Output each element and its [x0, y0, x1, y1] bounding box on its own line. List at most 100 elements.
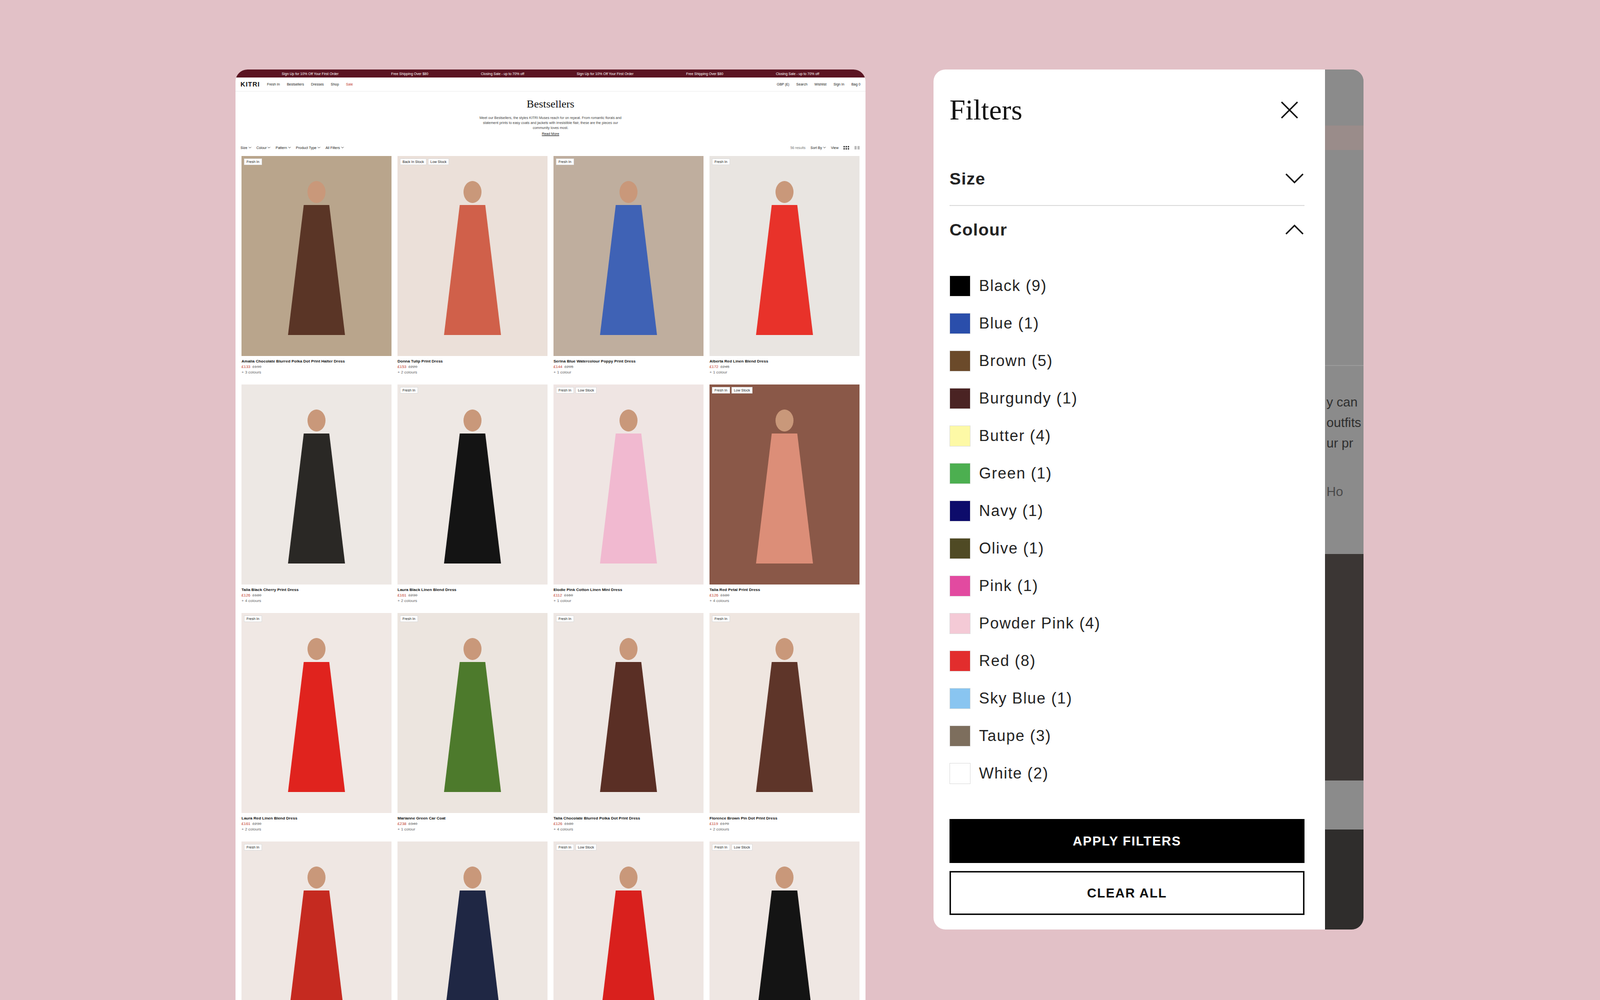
product-photo[interactable]: Fresh In: [553, 613, 704, 813]
colour-option[interactable]: Black (9): [949, 267, 1305, 305]
product-colours[interactable]: + 1 colour: [553, 598, 704, 604]
product-name[interactable]: Laura Red Linen Blend Dress: [241, 815, 392, 821]
product-colours[interactable]: + 2 colours: [397, 369, 548, 375]
colour-option[interactable]: Red (8): [949, 642, 1305, 680]
product-colours[interactable]: + 2 colours: [241, 826, 392, 832]
read-more-link[interactable]: Read More: [542, 131, 560, 137]
filter-dropdown[interactable]: Pattern: [275, 146, 291, 150]
product-photo[interactable]: Fresh In: [241, 156, 392, 356]
colour-option[interactable]: Olive (1): [949, 529, 1305, 567]
product-card[interactable]: Fresh InAlberta Red Linen Blend Dress£17…: [709, 156, 860, 378]
filter-dropdown[interactable]: All Filters: [325, 146, 344, 150]
product-photo[interactable]: Fresh InLow Stock: [553, 841, 704, 1000]
colour-option[interactable]: Taupe (3): [949, 717, 1305, 755]
utility-link[interactable]: GBP (£): [776, 82, 789, 86]
product-colours[interactable]: + 1 colour: [397, 826, 548, 832]
announcement[interactable]: Sign Up for 10% Off Your First Order: [577, 72, 634, 76]
product-photo[interactable]: Fresh In: [397, 384, 548, 585]
utility-link[interactable]: Wishlist: [814, 82, 827, 86]
product-card[interactable]: Fresh InMarianne Green Car Coat£238£340+…: [397, 613, 548, 835]
announcement[interactable]: Closing Sale - up to 70% off: [481, 72, 525, 76]
product-card[interactable]: Fresh In Talia Chocolate Blurred Polka Do…: [553, 613, 704, 835]
product-name[interactable]: Amalia Chocolate Blurred Polka Dot Print…: [241, 358, 392, 364]
product-card[interactable]: [397, 841, 548, 1000]
section-header[interactable]: Size: [949, 156, 1305, 205]
sort-dropdown[interactable]: Sort By: [810, 146, 826, 150]
colour-option[interactable]: Powder Pink (4): [949, 604, 1305, 642]
colour-option[interactable]: Butter (4): [949, 417, 1305, 455]
product-card[interactable]: Talia Black Cherry Print Dress£126£180+ …: [241, 384, 392, 606]
product-photo[interactable]: Fresh InLow Stock: [709, 384, 860, 585]
nav-link[interactable]: Dresses: [311, 82, 324, 86]
product-photo[interactable]: Fresh InLow Stock: [553, 384, 704, 585]
announcement[interactable]: Sign Up for 10% Off Your First Order: [282, 72, 339, 76]
product-card[interactable]: Fresh InLaura Black Linen Blend Dress£16…: [397, 384, 548, 606]
product-photo[interactable]: [397, 841, 548, 1000]
product-card[interactable]: Fresh InLow Stock: [553, 841, 704, 1000]
product-name[interactable]: Florence Brown Pin Dot Print Dress: [709, 815, 860, 821]
product-photo[interactable]: Fresh In: [709, 156, 860, 356]
product-card[interactable]: Back In StockLow Stock Donna Tulip Print …: [397, 156, 548, 378]
list-view-icon[interactable]: [854, 146, 861, 150]
colour-option[interactable]: Green (1): [949, 454, 1305, 492]
product-photo[interactable]: Fresh In: [553, 156, 704, 356]
colour-option[interactable]: Burgundy (1): [949, 379, 1305, 417]
announcement[interactable]: Free Shipping Over $80: [391, 72, 428, 76]
colour-option[interactable]: Pink (1): [949, 567, 1305, 605]
product-card[interactable]: Fresh In Florence Brown Pin Dot Print Dre…: [709, 613, 860, 835]
product-card[interactable]: Fresh InLow Stock Talia Red Petal Print D…: [709, 384, 860, 606]
colour-option[interactable]: Blue (1): [949, 304, 1305, 342]
product-photo[interactable]: Fresh In: [241, 841, 392, 1000]
product-name[interactable]: Alberta Red Linen Blend Dress: [709, 358, 860, 364]
product-photo[interactable]: Fresh In: [241, 613, 392, 813]
product-colours[interactable]: + 4 colours: [553, 826, 704, 832]
close-icon[interactable]: [1279, 100, 1300, 120]
product-card[interactable]: Fresh In Amalia Chocolate Blurred Polka D…: [241, 156, 392, 378]
nav-link[interactable]: Sale: [346, 82, 353, 86]
product-name[interactable]: Donna Tulip Print Dress: [397, 358, 548, 364]
product-photo[interactable]: Fresh In: [397, 613, 548, 813]
filter-dropdown[interactable]: Size: [240, 146, 252, 150]
announcement[interactable]: Free Shipping Over $80: [686, 72, 723, 76]
filter-dropdown[interactable]: Product Type: [296, 146, 321, 150]
product-card[interactable]: Fresh In: [241, 841, 392, 1000]
primary-button[interactable]: APPLY FILTERS: [949, 819, 1305, 863]
colour-option[interactable]: Navy (1): [949, 492, 1305, 530]
product-photo[interactable]: Back In StockLow Stock: [397, 156, 548, 356]
colour-option[interactable]: White (2): [949, 754, 1305, 792]
product-name[interactable]: Serina Blue Watercolour Poppy Print Dres…: [553, 358, 704, 364]
product-colours[interactable]: + 4 colours: [709, 598, 860, 604]
product-colours[interactable]: + 1 colour: [553, 369, 704, 375]
nav-link[interactable]: Fresh In: [267, 82, 280, 86]
product-name[interactable]: Talia Red Petal Print Dress: [709, 587, 860, 593]
utility-link[interactable]: Sign In: [833, 82, 845, 86]
product-name[interactable]: Talia Black Cherry Print Dress: [241, 587, 392, 593]
product-card[interactable]: Fresh InLow Stock: [709, 841, 860, 1000]
product-photo[interactable]: [241, 384, 392, 585]
nav-link[interactable]: Shop: [331, 82, 339, 86]
utility-link[interactable]: Bag 0: [851, 82, 861, 86]
logo[interactable]: KITRI: [240, 80, 260, 88]
product-colours[interactable]: + 3 colours: [241, 369, 392, 375]
filter-dropdown[interactable]: Colour: [256, 146, 271, 150]
colour-option[interactable]: Sky Blue (1): [949, 679, 1305, 717]
section-header[interactable]: Colour: [949, 206, 1305, 240]
product-photo[interactable]: Fresh In: [709, 613, 860, 813]
product-name[interactable]: Laura Black Linen Blend Dress: [397, 587, 548, 593]
grid-view-icon[interactable]: [843, 146, 850, 150]
product-name[interactable]: Marianne Green Car Coat: [397, 815, 548, 821]
colour-option[interactable]: Brown (5): [949, 342, 1305, 380]
product-card[interactable]: Fresh InLow StockElodie Pink Cotton Line…: [553, 384, 704, 606]
product-name[interactable]: Talia Chocolate Blurred Polka Dot Print …: [553, 815, 704, 821]
product-colours[interactable]: + 2 colours: [397, 598, 548, 604]
nav-link[interactable]: Bestsellers: [287, 82, 304, 86]
product-photo[interactable]: Fresh InLow Stock: [709, 841, 860, 1000]
product-card[interactable]: Fresh In Serina Blue Watercolour Poppy Pr…: [553, 156, 704, 378]
secondary-button[interactable]: CLEAR ALL: [949, 871, 1305, 915]
product-colours[interactable]: + 4 colours: [241, 598, 392, 604]
product-colours[interactable]: + 1 colour: [709, 369, 860, 375]
product-colours[interactable]: + 2 colours: [709, 826, 860, 832]
product-card[interactable]: Fresh InLaura Red Linen Blend Dress£161£…: [241, 613, 392, 835]
announcement[interactable]: Closing Sale - up to 70% off: [776, 72, 820, 76]
utility-link[interactable]: Search: [796, 82, 808, 86]
